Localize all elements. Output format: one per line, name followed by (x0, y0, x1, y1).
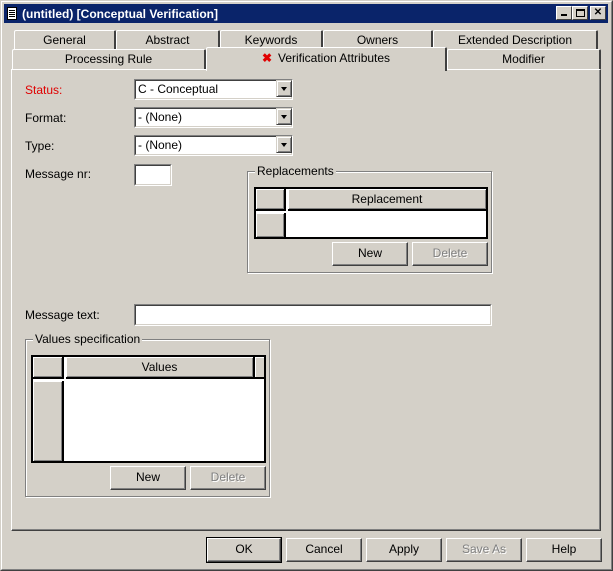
chevron-down-icon[interactable] (276, 136, 292, 153)
replacements-title: Replacements (255, 164, 336, 178)
tab-general[interactable]: General (14, 30, 116, 49)
dialog-window: (untitled) [Conceptual Verification] ✕ G… (0, 0, 613, 571)
window-title: (untitled) [Conceptual Verification] (22, 6, 219, 21)
status-value: C - Conceptual (138, 82, 219, 96)
tab-extended-description[interactable]: Extended Description (433, 30, 598, 49)
chevron-down-icon[interactable] (276, 108, 292, 125)
tab-label: Verification Attributes (278, 51, 391, 65)
maximize-icon (575, 9, 585, 17)
values-delete-button[interactable]: Delete (190, 466, 266, 490)
title-bar[interactable]: (untitled) [Conceptual Verification] ✕ (4, 4, 608, 23)
message-text-field[interactable] (137, 307, 489, 323)
status-dropdown[interactable]: C - Conceptual (134, 79, 293, 100)
tab-label: Processing Rule (64, 52, 153, 66)
column-header-replacement[interactable]: Replacement (288, 189, 486, 211)
caption-buttons: ✕ (556, 6, 606, 20)
replacements-new-button[interactable]: New (332, 242, 408, 266)
grid-corner (256, 189, 286, 211)
row-header[interactable] (33, 381, 64, 461)
tab-modifier[interactable]: Modifier (447, 49, 601, 69)
ok-button[interactable]: OK (206, 537, 282, 563)
chevron-down-icon[interactable] (276, 80, 292, 97)
type-dropdown[interactable]: - (None) (134, 135, 293, 156)
format-label: Format: (25, 111, 67, 125)
replacements-grid[interactable]: Replacement (254, 187, 488, 239)
column-header-filler (255, 357, 264, 379)
column-header-values[interactable]: Values (66, 357, 255, 379)
maximize-button[interactable] (572, 6, 588, 20)
format-value: - (None) (138, 110, 183, 124)
document-icon (7, 7, 17, 20)
values-grid[interactable]: Values (31, 355, 266, 463)
minimize-button[interactable] (556, 6, 572, 20)
format-dropdown[interactable]: - (None) (134, 107, 293, 128)
replacements-delete-button[interactable]: Delete (412, 242, 488, 266)
message-nr-input[interactable] (134, 164, 172, 186)
tab-label: Abstract (145, 33, 190, 47)
error-icon: ✖ (261, 51, 272, 65)
message-text-input[interactable] (134, 304, 492, 326)
tab-label: Owners (356, 33, 399, 47)
grid-corner (33, 357, 64, 379)
save-as-button[interactable]: Save As (446, 538, 522, 562)
cancel-button[interactable]: Cancel (286, 538, 362, 562)
values-specification-title: Values specification (33, 332, 143, 346)
tab-processing-rule[interactable]: Processing Rule (12, 49, 206, 69)
status-label: Status: (25, 83, 63, 97)
help-button[interactable]: Help (526, 538, 602, 562)
apply-button[interactable]: Apply (366, 538, 442, 562)
values-new-button[interactable]: New (110, 466, 186, 490)
tab-label: Extended Description (457, 33, 573, 47)
close-icon: ✕ (593, 7, 603, 18)
tab-label: Modifier (502, 52, 545, 66)
row-header[interactable] (256, 213, 286, 237)
message-nr-field[interactable] (137, 167, 169, 183)
minimize-icon (561, 14, 567, 16)
tab-abstract[interactable]: Abstract (116, 30, 220, 49)
message-nr-label: Message nr: (25, 167, 92, 181)
message-text-label: Message text: (25, 308, 100, 322)
close-button[interactable]: ✕ (590, 6, 606, 20)
tab-verification-attributes[interactable]: ✖ Verification Attributes (206, 47, 447, 71)
tab-label: Keywords (244, 33, 298, 47)
type-value: - (None) (138, 138, 183, 152)
type-label: Type: (25, 139, 55, 153)
tab-label: General (43, 33, 86, 47)
